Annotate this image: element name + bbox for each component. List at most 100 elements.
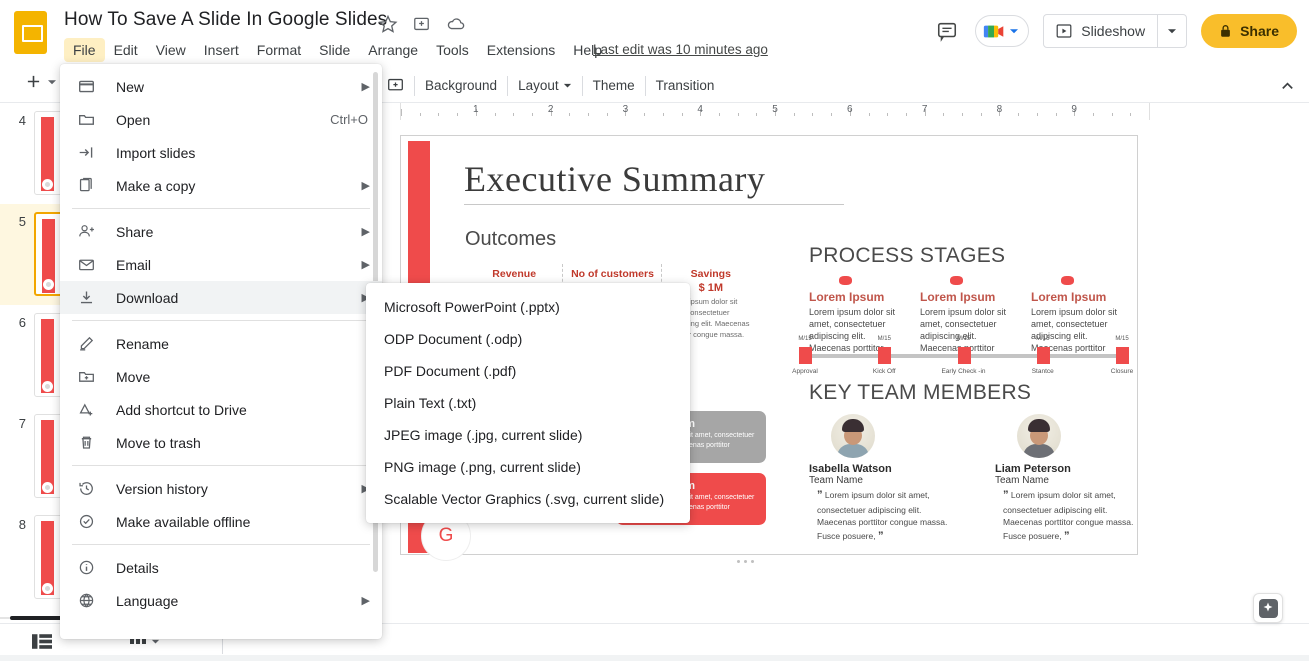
menu-divider xyxy=(72,208,370,209)
menu-item-label: Rename xyxy=(116,335,169,352)
google-slides-logo-icon[interactable] xyxy=(14,11,47,54)
avatar xyxy=(831,414,875,458)
menu-edit[interactable]: Edit xyxy=(105,38,147,62)
gemini-sparkle-icon xyxy=(1258,598,1278,618)
menu-tools[interactable]: Tools xyxy=(427,38,478,62)
new-slide-caret-icon[interactable] xyxy=(47,77,57,87)
file-menu-item-new[interactable]: New ▶ xyxy=(60,70,382,103)
download-option[interactable]: PDF Document (.pdf) xyxy=(366,355,690,387)
menu-item-label: Version history xyxy=(116,480,208,497)
theme-button[interactable]: Theme xyxy=(583,73,645,98)
ruler-tick xyxy=(1130,113,1132,116)
cloud-saved-icon[interactable] xyxy=(446,14,466,34)
menu-divider xyxy=(72,320,370,321)
ruler-tick xyxy=(793,113,795,116)
menu-extensions[interactable]: Extensions xyxy=(478,38,564,62)
download-option[interactable]: Microsoft PowerPoint (.pptx) xyxy=(366,291,690,323)
file-menu-item-add-shortcut-to-drive[interactable]: Add shortcut to Drive xyxy=(60,393,382,426)
file-menu-item-version-history[interactable]: Version history▶ xyxy=(60,472,382,505)
add-comment-icon[interactable] xyxy=(385,77,414,94)
download-option[interactable]: Scalable Vector Graphics (.svg, current … xyxy=(366,483,690,515)
new-slide-control[interactable] xyxy=(26,74,57,89)
slide-number: 5 xyxy=(18,214,26,229)
ruler-tick xyxy=(943,113,945,116)
google-meet-button[interactable] xyxy=(975,15,1030,47)
ruler-tick xyxy=(737,113,739,116)
menu-format[interactable]: Format xyxy=(248,38,310,62)
avatar-body xyxy=(1023,444,1055,458)
background-button[interactable]: Background xyxy=(415,73,507,98)
filmstrip-view-icon[interactable] xyxy=(32,633,52,650)
collapse-toolbar-icon[interactable] xyxy=(1280,79,1295,94)
ruler-tick xyxy=(662,113,664,116)
team-member: Liam Peterson Team Name ” Lorem ipsum do… xyxy=(995,414,1139,545)
timeline-date: M/15 xyxy=(877,336,891,342)
download-option[interactable]: Plain Text (.txt) xyxy=(366,387,690,419)
move-to-folder-icon[interactable] xyxy=(412,14,432,34)
slideshow-label: Slideshow xyxy=(1081,23,1146,39)
menu-file[interactable]: File xyxy=(64,38,105,62)
thumbnail-logo xyxy=(43,279,54,290)
comment-history-icon[interactable] xyxy=(933,17,961,45)
meet-caret-icon[interactable] xyxy=(1009,26,1019,36)
layout-button[interactable]: Layout xyxy=(508,73,582,98)
slideshow-options-caret-icon[interactable] xyxy=(1158,15,1186,47)
share-button[interactable]: Share xyxy=(1201,14,1297,48)
ruler-number: 7 xyxy=(921,104,928,115)
ruler-tick xyxy=(494,113,496,116)
menu-slide[interactable]: Slide xyxy=(310,38,359,62)
file-menu-item-share[interactable]: Share ▶ xyxy=(60,215,382,248)
file-menu-item-move[interactable]: Move xyxy=(60,360,382,393)
window-bottom-strip xyxy=(0,655,1309,661)
menu-insert[interactable]: Insert xyxy=(195,38,248,62)
member-team: Team Name xyxy=(995,475,1049,486)
download-option[interactable]: PNG image (.png, current slide) xyxy=(366,451,690,483)
file-menu-dropdown[interactable]: New ▶ Open Ctrl+O Import slides Make a copy ▶ S… xyxy=(60,64,382,639)
transition-button[interactable]: Transition xyxy=(646,73,725,98)
plus-icon[interactable] xyxy=(26,74,41,89)
menu-divider xyxy=(72,544,370,545)
metric-label: Revenue xyxy=(492,268,537,280)
present-icon xyxy=(1056,23,1072,39)
stage-marker-icon xyxy=(950,276,963,285)
ruler-tick xyxy=(1092,113,1094,116)
file-menu-item-make-available-offline[interactable]: Make available offline xyxy=(60,505,382,538)
menu-item-label: Move to trash xyxy=(116,434,201,451)
horizontal-ruler[interactable]: 1 2 3 4 5 6 7 8 9 xyxy=(400,103,1150,120)
document-title[interactable]: How To Save A Slide In Google Slides xyxy=(64,9,387,31)
file-menu-item-make-a-copy[interactable]: Make a copy ▶ xyxy=(60,169,382,202)
ruler-tick xyxy=(980,113,982,116)
file-menu-item-email[interactable]: Email ▶ xyxy=(60,248,382,281)
file-menu-item-details[interactable]: Details xyxy=(60,551,382,584)
timeline-label: Kick Off xyxy=(872,368,896,375)
file-menu-item-open[interactable]: Open Ctrl+O xyxy=(60,103,382,136)
file-menu-item-rename[interactable]: Rename xyxy=(60,327,382,360)
file-menu-item-download[interactable]: Download▶ xyxy=(60,281,382,314)
file-menu-item-import-slides[interactable]: Import slides xyxy=(60,136,382,169)
menu-view[interactable]: View xyxy=(147,38,195,62)
top-right-actions: Slideshow Share xyxy=(933,14,1297,48)
ruler-tick xyxy=(438,113,440,116)
file-menu-item-move-to-trash[interactable]: Move to trash xyxy=(60,426,382,459)
slideshow-button[interactable]: Slideshow xyxy=(1044,15,1157,47)
download-submenu[interactable]: Microsoft PowerPoint (.pptx) ODP Document… xyxy=(366,283,690,523)
thumbnail-logo xyxy=(42,583,53,594)
file-menu-item-language[interactable]: Language ▶ xyxy=(60,584,382,617)
download-option[interactable]: JPEG image (.jpg, current slide) xyxy=(366,419,690,451)
slide-title: Executive Summary xyxy=(464,159,766,199)
close-quote-icon: ” xyxy=(1063,529,1070,542)
menu-item-label: Download xyxy=(116,289,179,306)
ruler-tick xyxy=(1036,113,1038,116)
ruler-number: 2 xyxy=(547,104,554,115)
last-edit-status[interactable]: Last edit was 10 minutes ago xyxy=(593,42,768,57)
process-stages-heading: PROCESS STAGES xyxy=(809,244,1006,267)
star-icon[interactable] xyxy=(378,14,398,34)
menu-arrange[interactable]: Arrange xyxy=(359,38,427,62)
menu-item-label: Details xyxy=(116,559,159,576)
timeline-node xyxy=(878,347,892,364)
download-option[interactable]: ODP Document (.odp) xyxy=(366,323,690,355)
ruler-number: 8 xyxy=(996,104,1003,115)
slide-resize-handle[interactable] xyxy=(737,560,754,563)
ruler-number: 6 xyxy=(847,104,853,115)
gemini-assistant-button[interactable] xyxy=(1253,593,1283,623)
